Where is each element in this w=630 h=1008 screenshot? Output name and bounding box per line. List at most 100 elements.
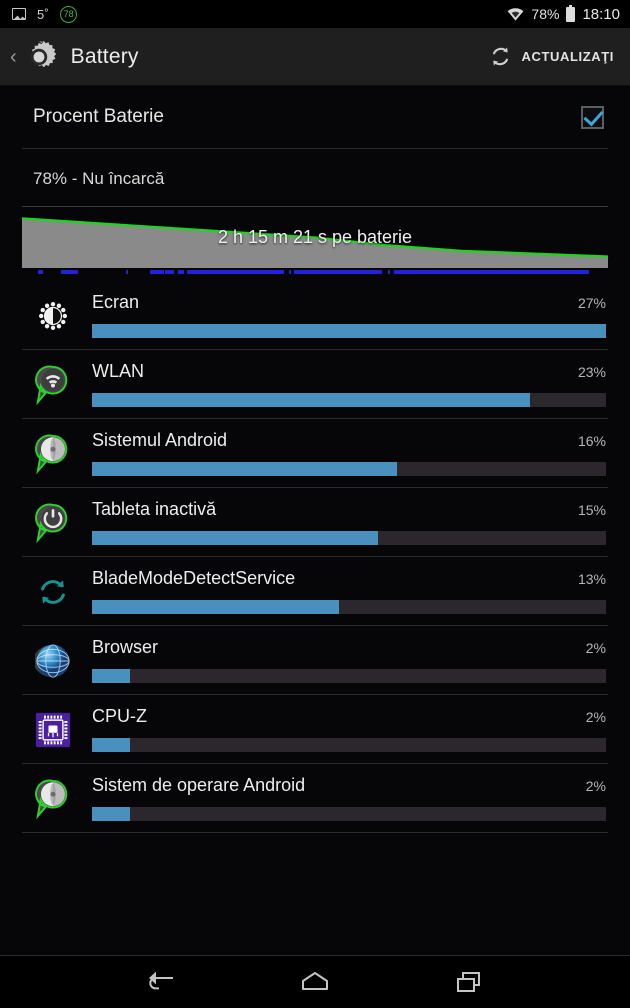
usage-bar-track	[92, 600, 606, 614]
wifi-android-icon	[30, 361, 76, 409]
battery-usage-row-header: Sistem de operare Android 2%	[92, 775, 606, 796]
battery-usage-row-body: Sistemul Android 16%	[76, 430, 608, 476]
recents-icon[interactable]	[447, 965, 491, 999]
battery-usage-row-body: CPU-Z 2%	[76, 706, 608, 752]
refresh-icon	[489, 45, 512, 68]
refresh-button[interactable]: ACTUALIZAŢI	[481, 39, 618, 74]
screen-on-tick	[394, 270, 589, 274]
battery-usage-row[interactable]: Sistem de operare Android 2%	[22, 764, 608, 833]
battery-usage-row-header: BladeModeDetectService 13%	[92, 568, 606, 589]
battery-usage-row-body: Tableta inactivă 15%	[76, 499, 608, 545]
brightness-icon	[30, 292, 76, 340]
battery-usage-row[interactable]: Browser 2%	[22, 626, 608, 695]
battery-usage-row-header: Tableta inactivă 15%	[92, 499, 606, 520]
usage-bar-fill	[92, 669, 131, 683]
app-name: Tableta inactivă	[92, 499, 217, 519]
navigation-bar	[0, 955, 630, 1008]
back-chevron-icon[interactable]: ‹	[6, 47, 19, 67]
battery-usage-row[interactable]: WLAN 23%	[22, 350, 608, 419]
battery-usage-row-body: Browser 2%	[76, 637, 608, 683]
sync-icon	[30, 568, 76, 616]
battery-percent-setting-label: Procent Baterie	[33, 106, 164, 127]
usage-bar-fill	[92, 462, 397, 476]
battery-usage-row[interactable]: CPU-Z 2%	[22, 695, 608, 764]
settings-gear-icon	[19, 37, 59, 77]
app-percent: 2%	[585, 640, 606, 656]
app-name: Sistem de operare Android	[92, 775, 306, 795]
app-percent: 15%	[577, 502, 606, 518]
battery-usage-row[interactable]: BladeModeDetectService 13%	[22, 557, 608, 626]
battery-badge-icon: 78	[60, 5, 78, 23]
battery-usage-row-header: Browser 2%	[92, 637, 606, 658]
home-icon[interactable]	[293, 965, 337, 999]
usage-bar-track	[92, 462, 606, 476]
power-icon	[30, 499, 76, 547]
usage-bar-fill	[92, 393, 530, 407]
usage-bar-track	[92, 807, 606, 821]
android-os-icon	[30, 775, 76, 823]
screen-on-ticks	[22, 270, 608, 275]
android-system-icon	[30, 430, 76, 478]
app-percent: 27%	[577, 295, 606, 311]
battery-percent-text: 78%	[531, 6, 560, 22]
battery-usage-row-body: BladeModeDetectService 13%	[76, 568, 608, 614]
screen-on-tick	[293, 270, 382, 274]
app-name: Browser	[92, 637, 159, 657]
battery-usage-row-body: Ecran 27%	[76, 292, 608, 338]
app-percent: 23%	[577, 364, 606, 380]
screen-on-tick	[125, 270, 129, 274]
status-bar-left: 5˚ 78	[12, 5, 78, 23]
usage-bar-track	[92, 531, 606, 545]
battery-status-text: 78% - Nu încarcă	[33, 169, 165, 188]
wifi-icon	[507, 7, 524, 21]
battery-usage-row[interactable]: Sistemul Android 16%	[22, 419, 608, 488]
screen-on-tick	[388, 270, 391, 274]
screen-on-tick	[38, 270, 44, 274]
battery-graph-container: 2 h 15 m 21 s pe baterie	[0, 206, 630, 268]
battery-usage-row-header: CPU-Z 2%	[92, 706, 606, 727]
usage-bar-fill	[92, 600, 340, 614]
app-name: WLAN	[92, 361, 145, 381]
usage-bar-fill	[92, 738, 131, 752]
image-icon	[12, 8, 26, 20]
usage-bar-track	[92, 669, 606, 683]
battery-usage-row[interactable]: Tableta inactivă 15%	[22, 488, 608, 557]
battery-usage-row[interactable]: Ecran 27%	[22, 281, 608, 350]
usage-bar-track	[92, 738, 606, 752]
usage-bar-track	[92, 324, 606, 338]
app-percent: 13%	[577, 571, 606, 587]
app-name: Sistemul Android	[92, 430, 228, 450]
battery-usage-list: Ecran 27% WLAN 23% Sistemul Android 16% …	[0, 281, 630, 833]
battery-history-chart: 2 h 15 m 21 s pe baterie	[22, 206, 608, 268]
refresh-label: ACTUALIZAŢI	[521, 49, 614, 64]
screen-on-tick	[288, 270, 291, 274]
screen-on-tick	[164, 270, 174, 274]
battery-usage-row-body: Sistem de operare Android 2%	[76, 775, 608, 821]
battery-graph-label: 2 h 15 m 21 s pe baterie	[217, 227, 413, 247]
back-icon[interactable]	[139, 965, 183, 999]
battery-percent-checkbox[interactable]	[581, 105, 604, 129]
app-name: Ecran	[92, 292, 140, 312]
temperature-indicator: 5˚	[37, 6, 50, 22]
usage-bar-fill	[92, 531, 378, 545]
cpu-chip-icon	[30, 706, 76, 754]
app-name: BladeModeDetectService	[92, 568, 296, 588]
globe-icon	[30, 637, 76, 685]
battery-usage-row-body: WLAN 23%	[76, 361, 608, 407]
app-name: CPU-Z	[92, 706, 147, 726]
screen-on-tick	[149, 270, 165, 274]
screen: 5˚ 78 78% 18:10 ‹ Battery ACTUALIZAŢI Pr…	[0, 0, 630, 1008]
app-percent: 2%	[585, 709, 606, 725]
usage-bar-fill	[92, 324, 606, 338]
battery-usage-row-header: Ecran 27%	[92, 292, 606, 313]
action-bar: ‹ Battery ACTUALIZAŢI	[0, 28, 630, 86]
battery-percent-setting-row[interactable]: Procent Baterie	[0, 86, 630, 148]
screen-on-tick	[60, 270, 79, 274]
app-percent: 2%	[585, 778, 606, 794]
status-bar: 5˚ 78 78% 18:10	[0, 0, 630, 28]
screen-on-tick	[177, 270, 184, 274]
clock: 18:10	[582, 5, 620, 23]
app-percent: 16%	[577, 433, 606, 449]
status-bar-right: 78% 18:10	[507, 4, 620, 23]
screen-on-tick	[187, 270, 284, 274]
